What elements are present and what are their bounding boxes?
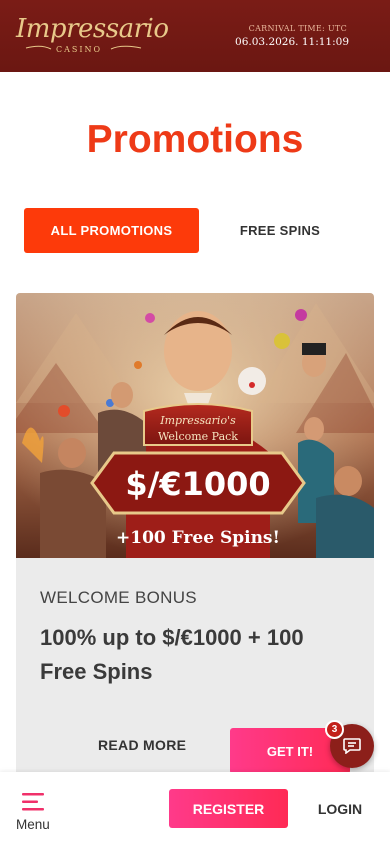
menu-label[interactable]: Menu <box>16 817 50 832</box>
promo-card: Impressario's Welcome Pack $/€1000 +100 … <box>16 293 374 783</box>
impressario-logo[interactable]: Impressario CASINO <box>16 12 169 56</box>
site-header: Impressario CASINO CARNIVAL TIME: UTC 06… <box>0 0 390 72</box>
carnival-time-value: 06.03.2026. 11:11:09 <box>235 36 349 48</box>
banner-spins: +100 Free Spins! <box>116 528 280 548</box>
banner-pack: Welcome Pack <box>158 430 238 443</box>
carnival-time-label: CARNIVAL TIME: UTC <box>248 24 347 33</box>
logo-text: Impressario <box>16 14 169 44</box>
banner-name: Impressario's <box>159 414 236 427</box>
login-button[interactable]: LOGIN <box>310 789 370 828</box>
page-title: Promotions <box>86 118 304 161</box>
tab-all-promotions[interactable]: ALL PROMOTIONS <box>24 208 199 253</box>
chat-icon <box>343 738 361 754</box>
logo-subtitle: CASINO <box>56 45 103 54</box>
bottom-navigation-bar: Menu REGISTER LOGIN <box>0 772 390 844</box>
banner-amount: $/€1000 <box>125 465 270 503</box>
hamburger-menu-icon[interactable] <box>22 792 46 812</box>
promo-category: WELCOME BONUS <box>40 588 197 607</box>
welcome-pack-banner-image[interactable]: Impressario's Welcome Pack $/€1000 +100 … <box>16 293 374 558</box>
register-button[interactable]: REGISTER <box>169 789 288 828</box>
promo-title: 100% up to $/€1000 + 100 Free Spins <box>40 625 304 684</box>
tab-free-spins[interactable]: FREE SPINS <box>200 208 360 253</box>
chat-notification-badge: 3 <box>325 720 344 739</box>
read-more-link[interactable]: READ MORE <box>98 737 186 753</box>
